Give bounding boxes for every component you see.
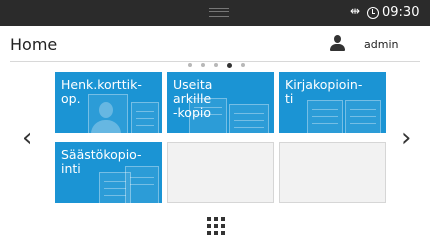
tile-empty — [167, 142, 274, 203]
page-dot — [241, 63, 245, 67]
status-time: 09:30 — [382, 5, 420, 20]
page-title: Home — [10, 35, 58, 54]
tile-id-card-copy[interactable]: Henk.korttik- op. — [55, 72, 162, 133]
tile-label: Säästökopio- inti — [61, 147, 142, 176]
pull-down-handle-icon[interactable] — [209, 8, 229, 17]
next-page-button[interactable]: › — [401, 125, 411, 151]
status-bar: ⇹ 09:30 — [0, 0, 430, 26]
clock-icon — [367, 7, 379, 19]
header-divider — [10, 61, 420, 62]
apps-grid-icon[interactable] — [207, 217, 225, 235]
tile-empty — [279, 142, 386, 203]
page-dot-active — [227, 62, 232, 68]
user-icon[interactable] — [330, 35, 345, 53]
user-name[interactable]: admin — [364, 38, 398, 51]
page-dot — [201, 63, 205, 67]
tile-label: Useita arkille -kopio — [173, 77, 213, 120]
page-dot — [214, 63, 218, 67]
page-dot — [188, 63, 192, 67]
tile-label: Kirjakopioin- ti — [285, 77, 363, 106]
tile-eco-copy[interactable]: Säästökopio- inti — [55, 142, 162, 203]
usb-icon: ⇹ — [350, 4, 361, 18]
tile-nup-copy[interactable]: Useita arkille -kopio — [167, 72, 274, 133]
tile-book-copy[interactable]: Kirjakopioin- ti — [279, 72, 386, 133]
prev-page-button[interactable]: ‹ — [22, 125, 32, 151]
tile-label: Henk.korttik- op. — [61, 77, 142, 106]
header: Home admin — [0, 26, 430, 61]
